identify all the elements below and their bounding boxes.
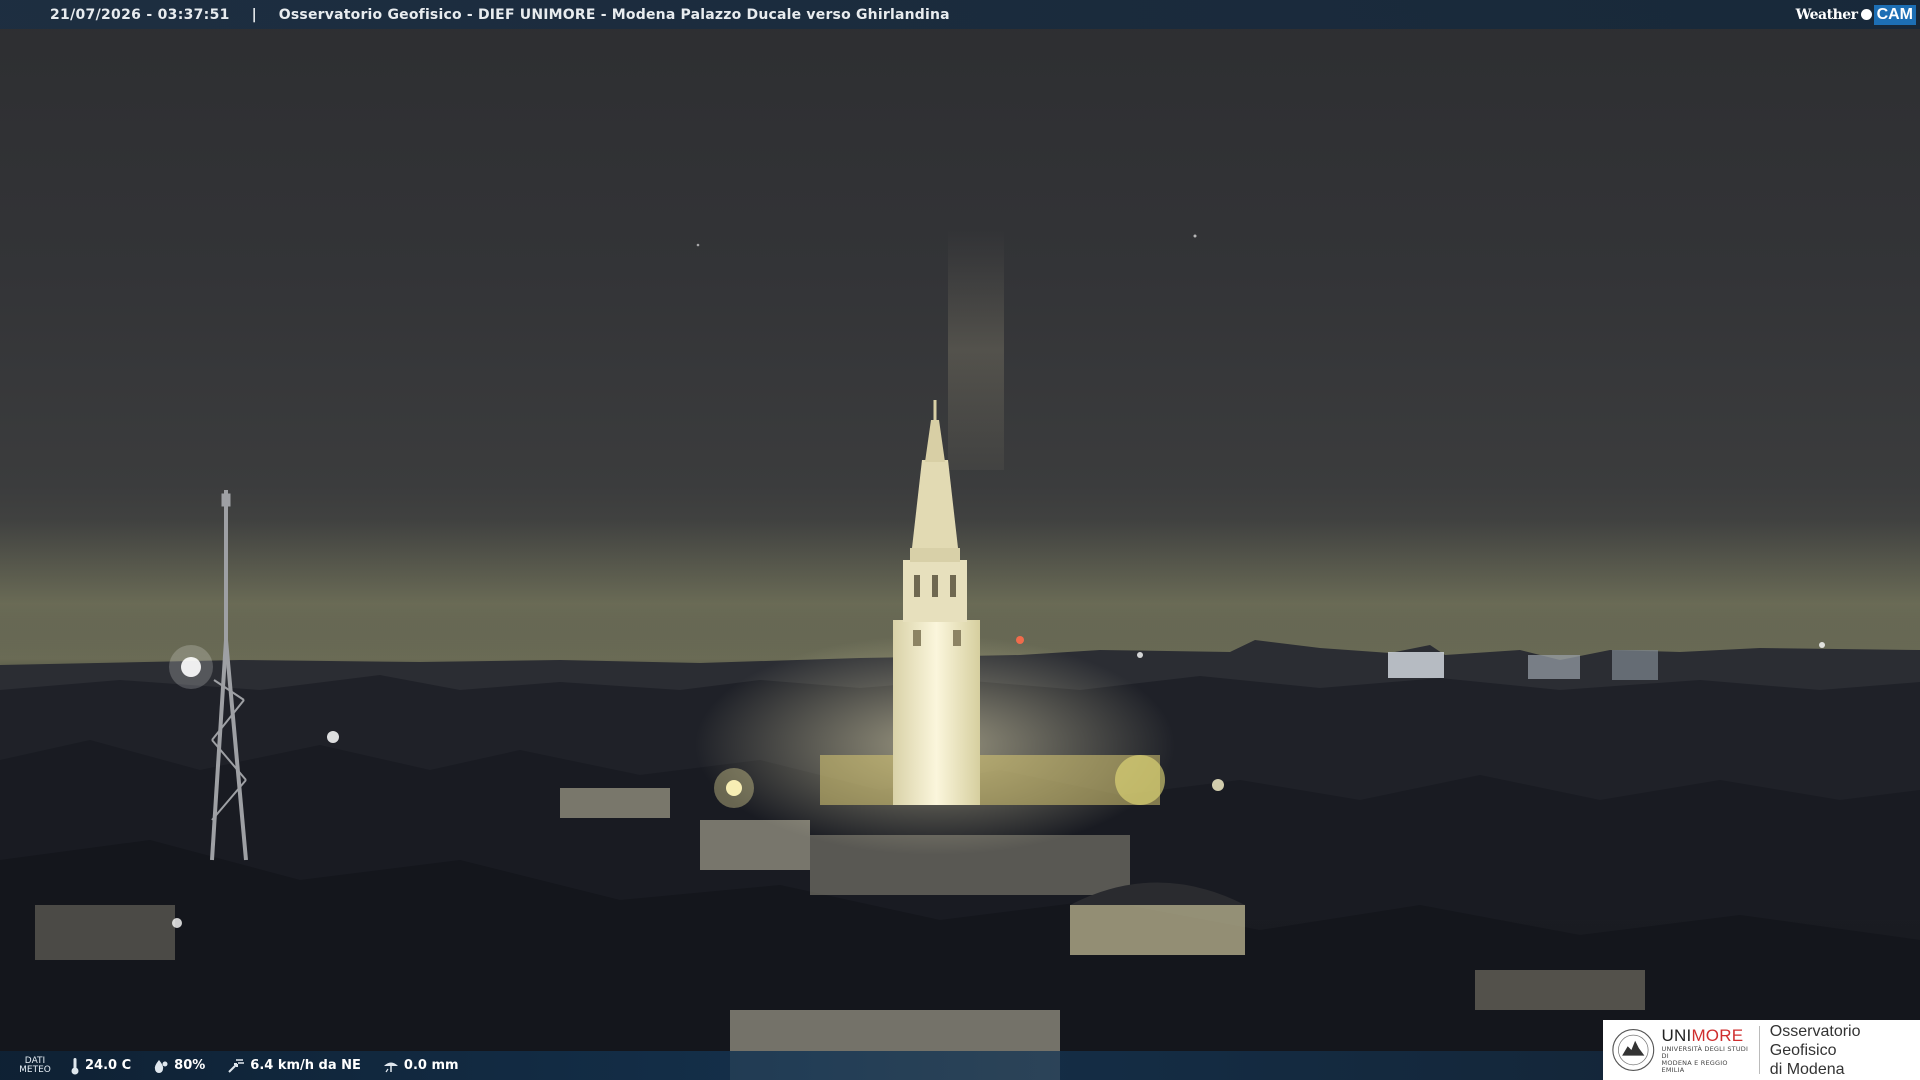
- timestamp: 21/07/2026 - 03:37:51: [50, 6, 230, 23]
- distant-building: [1528, 655, 1580, 679]
- humidity-drop-icon: [153, 1058, 169, 1074]
- lit-tree: [1115, 755, 1165, 805]
- brand-weather-text: Weather: [1795, 6, 1859, 23]
- observatory-name-line1: Osservatorio Geofisico: [1769, 1022, 1861, 1059]
- observatory-name-line2: di Modena: [1769, 1060, 1845, 1078]
- right-facade: [1475, 970, 1645, 1010]
- brand-cam-text: CAM: [1873, 4, 1916, 25]
- weathercam-logo: Weather CAM: [1796, 2, 1916, 27]
- temperature-value: 24.0 C: [85, 1058, 132, 1073]
- brand-dot-icon: [1860, 9, 1872, 20]
- unimore-subtitle-2: MODENA E REGGIO EMILIA: [1661, 1059, 1728, 1074]
- city-scene: [0, 230, 1920, 1080]
- weather-bar: DATI METEO 24.0 C 80% 6.4 km/h da NE 0.0…: [0, 1051, 1603, 1080]
- wind-value: 6.4 km/h da NE: [250, 1058, 361, 1073]
- weather-label-line2: METEO: [19, 1064, 51, 1075]
- weather-data-label: DATI METEO: [0, 1056, 70, 1075]
- unimore-name: UNIMORE: [1662, 1026, 1751, 1046]
- unimore-subtitle-1: UNIVERSITÀ DEGLI STUDI DI: [1661, 1045, 1749, 1060]
- wind-reading: 6.4 km/h da NE: [227, 1058, 361, 1074]
- cathedral: [820, 755, 1160, 805]
- lit-facade: [560, 788, 670, 818]
- unimore-wordmark: UNIMORE UNIVERSITÀ DEGLI STUDI DI MODENA…: [1662, 1026, 1760, 1074]
- distant-building: [1612, 650, 1658, 680]
- observatory-logo: UNIMORE UNIVERSITÀ DEGLI STUDI DI MODENA…: [1603, 1020, 1920, 1080]
- left-facade: [35, 905, 175, 960]
- thermometer-icon: [70, 1057, 80, 1075]
- distant-building-lit: [1388, 652, 1444, 678]
- humidity-reading: 80%: [153, 1058, 205, 1074]
- university-seal-icon: [1612, 1029, 1655, 1071]
- rain-gauge-icon: [383, 1058, 399, 1074]
- humidity-value: 80%: [174, 1058, 206, 1073]
- header-bar: 21/07/2026 - 03:37:51 | Osservatorio Geo…: [0, 0, 1920, 29]
- rain-value: 0.0 mm: [403, 1058, 459, 1073]
- header-separator: |: [251, 6, 257, 23]
- wind-direction-icon: [227, 1058, 245, 1074]
- unimore-prefix: UNI: [1661, 1026, 1692, 1045]
- light-beam: [948, 230, 1004, 470]
- dome-base: [1070, 905, 1245, 955]
- temperature-reading: 24.0 C: [70, 1057, 131, 1075]
- webcam-frame: 21/07/2026 - 03:37:51 | Osservatorio Geo…: [0, 0, 1920, 1080]
- observatory-name: Osservatorio Geofisico di Modena: [1770, 1022, 1920, 1079]
- unimore-suffix: MORE: [1691, 1026, 1744, 1045]
- rain-reading: 0.0 mm: [383, 1058, 459, 1074]
- camera-title: Osservatorio Geofisico - DIEF UNIMORE - …: [278, 6, 950, 23]
